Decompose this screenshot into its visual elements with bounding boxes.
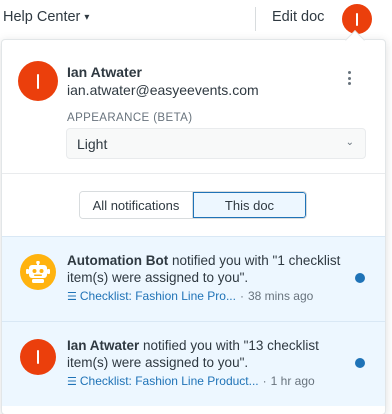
user-avatar-button[interactable]: [342, 4, 372, 34]
user-section: Ian Atwater ian.atwater@easyeevents.com …: [2, 40, 385, 174]
unread-indicator[interactable]: [355, 358, 365, 368]
topbar-divider: [255, 7, 256, 31]
avatar-initial-glyph: [356, 12, 358, 26]
notification-actor: Ian Atwater: [67, 338, 140, 353]
robot-icon: [20, 254, 56, 290]
appearance-value: Light: [77, 135, 108, 152]
appearance-label: APPEARANCE (BETA): [67, 112, 193, 124]
chevron-down-icon: ⌄: [345, 137, 354, 148]
notification-item[interactable]: Ian Atwater notified you with "13 checkl…: [2, 321, 385, 406]
user-email: ian.atwater@easyeevents.com: [67, 82, 259, 98]
avatar-initial-glyph: [37, 73, 39, 89]
edit-doc-button[interactable]: Edit doc: [272, 9, 324, 25]
notification-time: 38 mins ago: [247, 289, 314, 303]
chevron-down-icon: ▾: [84, 12, 90, 23]
notification-actor: Automation Bot: [67, 253, 169, 268]
filter-all-notifications[interactable]: All notifications: [80, 192, 193, 218]
notification-meta: ☰ Checklist: Fashion Line Pro... · 38 mi…: [67, 289, 313, 303]
avatar: [18, 61, 58, 101]
filter-this-doc[interactable]: This doc: [193, 192, 306, 218]
notification-doc-link[interactable]: Checklist: Fashion Line Product...: [80, 374, 259, 388]
avatar: [20, 339, 56, 375]
notification-doc-link[interactable]: Checklist: Fashion Line Pro...: [80, 289, 236, 303]
meta-separator: ·: [239, 289, 244, 303]
checklist-icon: ☰: [67, 375, 77, 388]
notification-time: 1 hr ago: [270, 374, 315, 388]
account-notifications-panel: Ian Atwater ian.atwater@easyeevents.com …: [1, 39, 386, 414]
meta-separator: ·: [262, 374, 267, 388]
user-name: Ian Atwater: [67, 64, 142, 80]
filter-segmented-control: All notifications This doc: [79, 191, 307, 219]
notification-meta: ☰ Checklist: Fashion Line Product... · 1…: [67, 374, 315, 388]
notification-filter: All notifications This doc: [2, 175, 385, 236]
help-center-label: Help Center: [3, 9, 81, 25]
notification-item[interactable]: Automation Bot notified you with "1 chec…: [2, 236, 385, 321]
more-options-icon[interactable]: [341, 68, 357, 88]
notification-message: Ian Atwater notified you with "13 checkl…: [67, 337, 345, 371]
avatar-initial-glyph: [37, 350, 39, 364]
checklist-icon: ☰: [67, 290, 77, 303]
notification-message: Automation Bot notified you with "1 chec…: [67, 252, 345, 286]
help-center-menu[interactable]: Help Center ▾: [3, 9, 89, 25]
top-bar: Help Center ▾ Edit doc: [0, 0, 392, 38]
appearance-select[interactable]: Light ⌄: [66, 128, 366, 159]
unread-indicator[interactable]: [355, 273, 365, 283]
